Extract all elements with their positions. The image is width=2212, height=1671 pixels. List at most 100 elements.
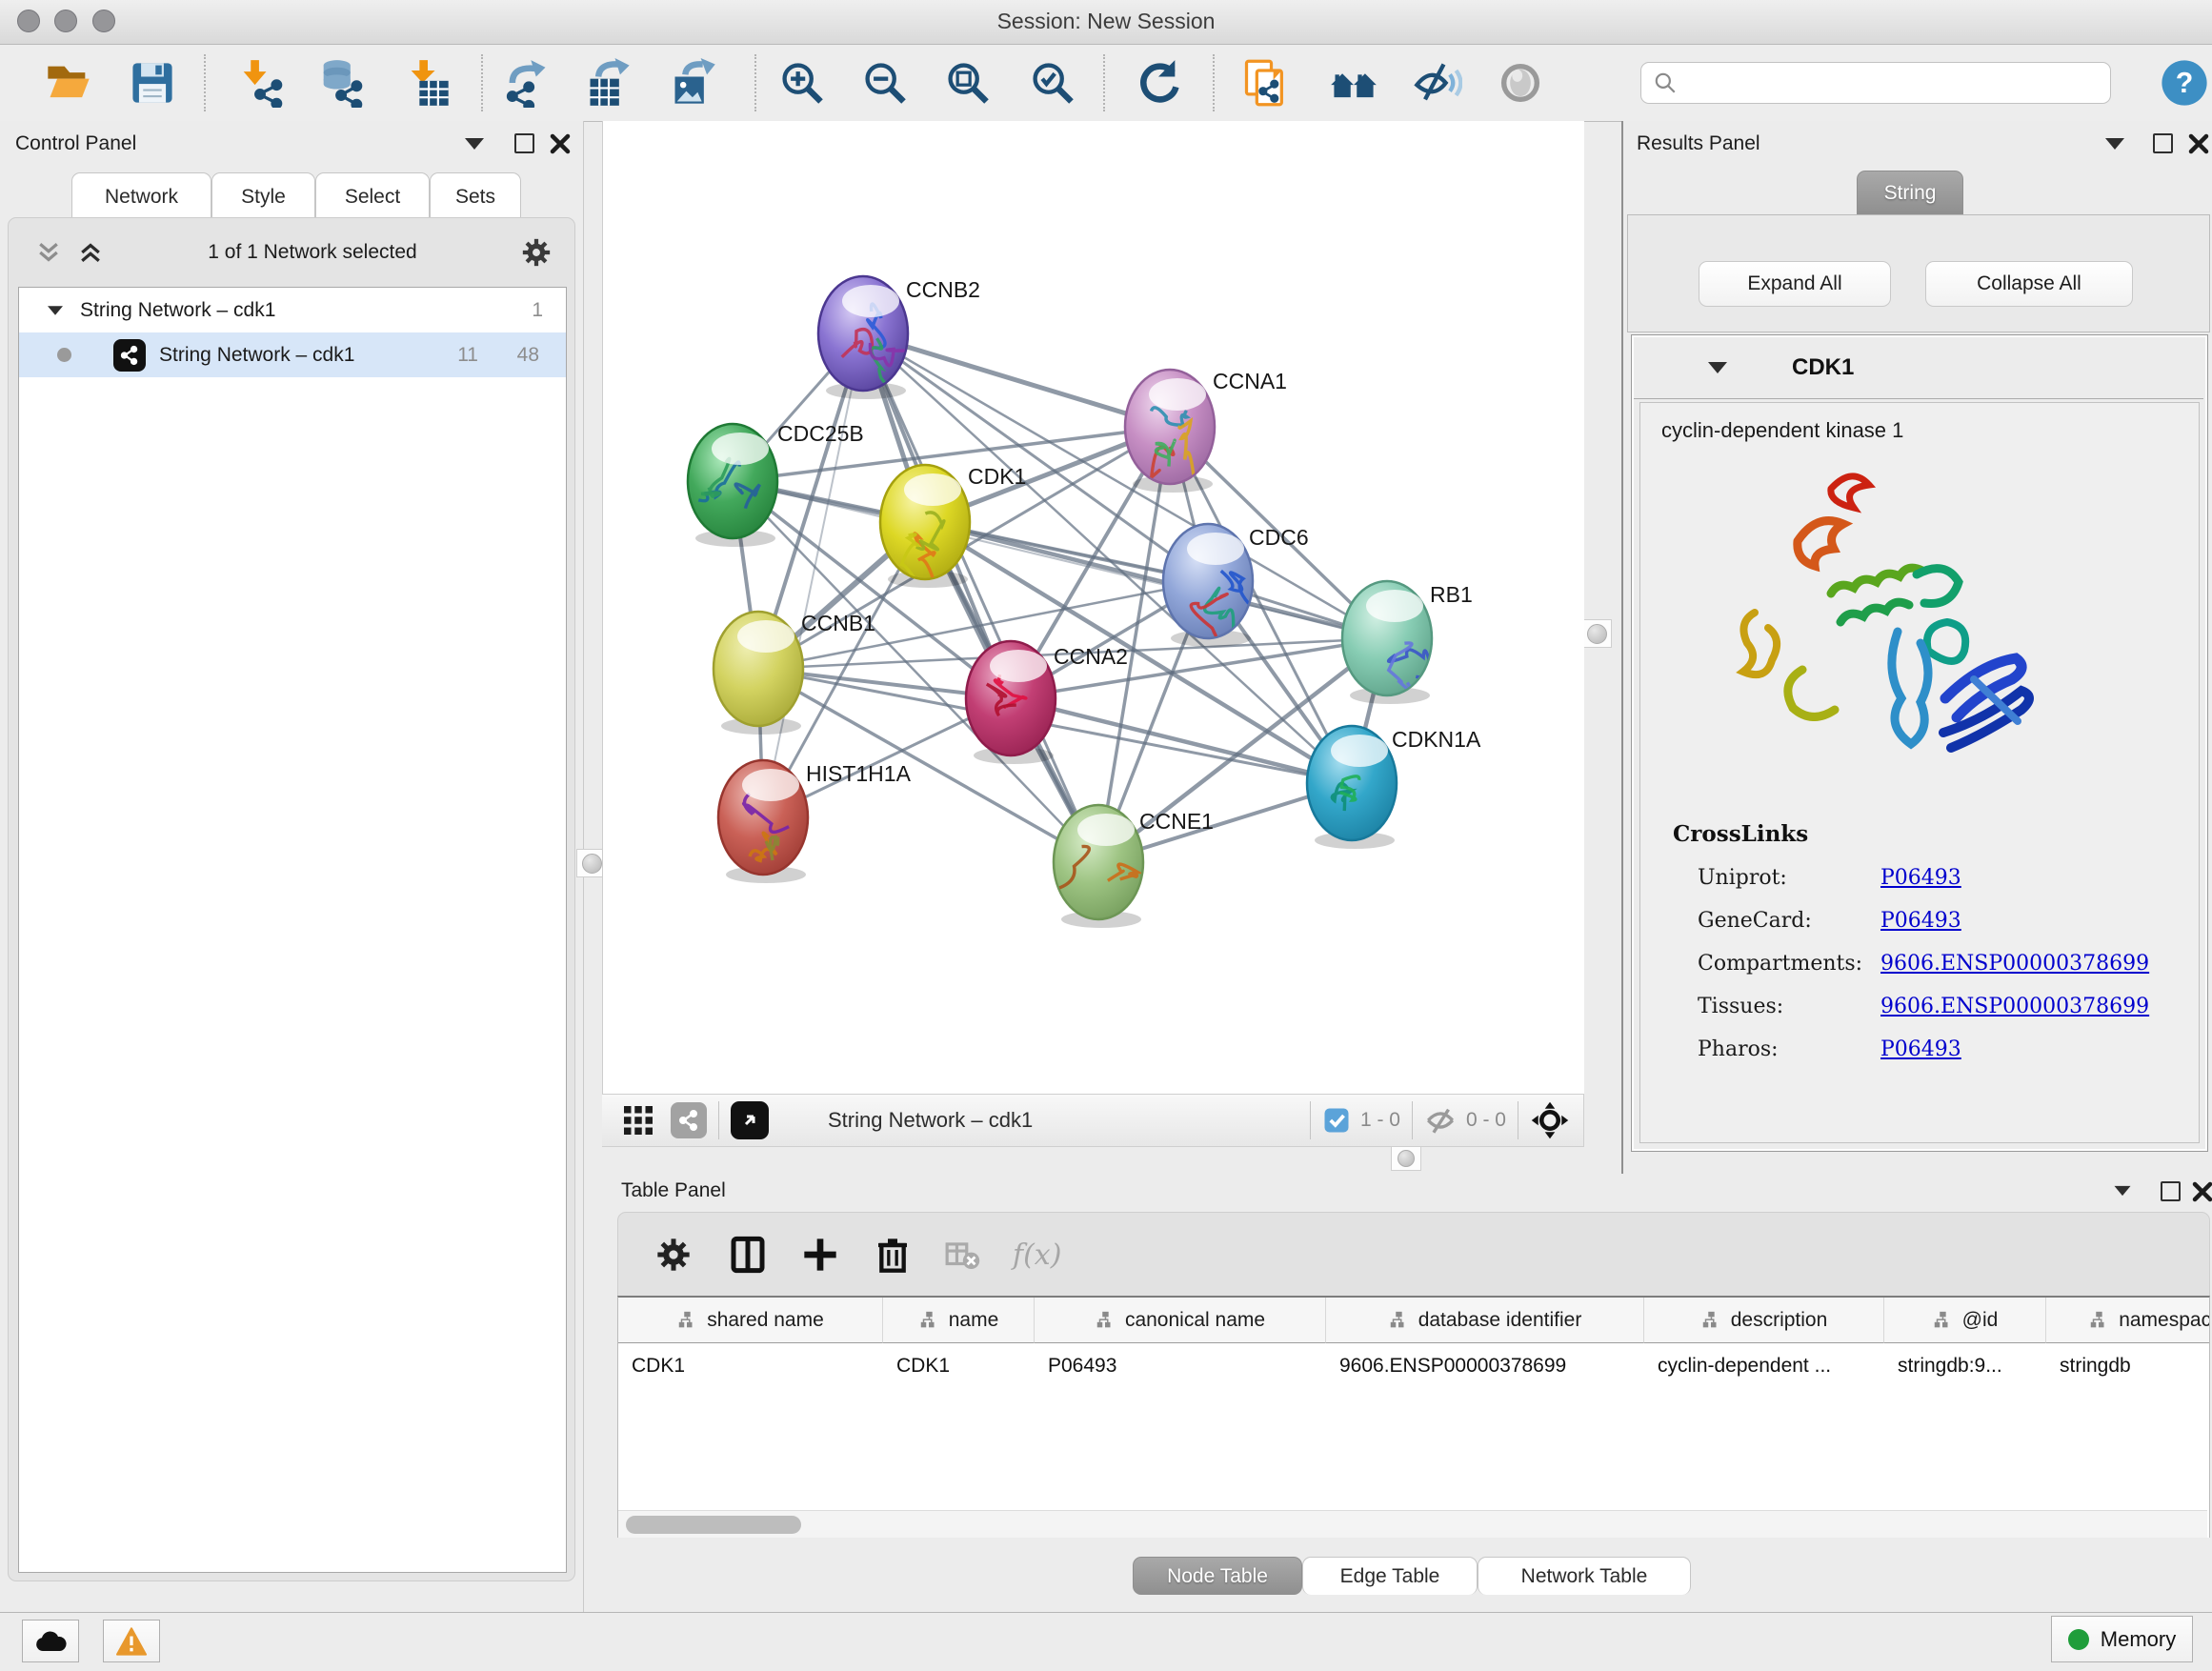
network-node-CCNA1[interactable]: CCNA1	[1125, 369, 1287, 499]
clear-table-icon[interactable]	[944, 1237, 980, 1273]
tab-string[interactable]: String	[1857, 171, 1963, 214]
import-table-icon[interactable]	[403, 58, 452, 108]
string-copy-network-icon[interactable]	[1240, 58, 1290, 108]
open-session-icon[interactable]	[44, 58, 93, 108]
zoom-out-icon[interactable]	[860, 58, 910, 108]
network-node-CCNE1[interactable]: CCNE1	[1054, 805, 1214, 929]
string-home-icon[interactable]	[1329, 58, 1378, 108]
column-header[interactable]: description	[1644, 1298, 1884, 1343]
bottom-splitter-handle[interactable]	[1391, 1146, 1421, 1171]
control-panel-menu-icon[interactable]	[465, 138, 484, 150]
network-edge[interactable]	[925, 522, 1387, 638]
tab-node-table[interactable]: Node Table	[1133, 1557, 1302, 1595]
string-settings-icon[interactable]	[1496, 58, 1545, 108]
tab-network[interactable]: Network	[71, 172, 211, 220]
zoom-selected-icon[interactable]	[1028, 58, 1077, 108]
export-table-icon[interactable]	[584, 58, 633, 108]
collection-expander-icon[interactable]	[48, 306, 63, 315]
memory-button[interactable]: Memory	[2051, 1616, 2193, 1662]
save-session-icon[interactable]	[128, 58, 177, 108]
crosslink-link[interactable]: 9606.ENSP00000378699	[1880, 995, 2149, 1018]
table-horizontal-scrollbar[interactable]	[618, 1510, 2207, 1538]
refresh-icon[interactable]	[1134, 58, 1183, 108]
results-panel-close-icon[interactable]	[2187, 132, 2210, 155]
selected-checkbox-icon[interactable]	[1322, 1106, 1351, 1135]
column-header[interactable]: canonical name	[1035, 1298, 1326, 1343]
network-edge[interactable]	[863, 333, 1170, 427]
tab-select[interactable]: Select	[315, 172, 430, 220]
network-node-CCNB1[interactable]: CCNB1	[714, 611, 875, 735]
birds-eye-view-icon[interactable]	[731, 1101, 769, 1139]
gene-card-header[interactable]: CDK1	[1634, 337, 2203, 399]
cloud-button[interactable]	[22, 1620, 79, 1662]
navigator-crosshair-icon[interactable]	[1530, 1100, 1570, 1140]
table-cell[interactable]: stringdb	[2046, 1343, 2210, 1389]
control-panel: Control Panel Network Style Select Sets …	[0, 121, 584, 1612]
network-node-CDC6[interactable]: CDC6	[1163, 524, 1309, 647]
tab-style[interactable]: Style	[211, 172, 315, 220]
hidden-eye-icon[interactable]	[1424, 1104, 1457, 1137]
crosslink-link[interactable]: P06493	[1880, 909, 1961, 933]
table-cell[interactable]: P06493	[1035, 1343, 1326, 1389]
tab-edge-table[interactable]: Edge Table	[1302, 1557, 1478, 1595]
gear-icon[interactable]	[520, 236, 553, 269]
export-network-icon[interactable]	[502, 58, 552, 108]
tab-network-table[interactable]: Network Table	[1478, 1557, 1691, 1595]
network-collection-row[interactable]: String Network – cdk1 1	[19, 288, 566, 332]
table-cell[interactable]: cyclin-dependent ...	[1644, 1343, 1884, 1389]
scrollbar-thumb[interactable]	[626, 1516, 801, 1534]
right-splitter-handle[interactable]	[1581, 619, 1612, 648]
collapse-all-button[interactable]: Collapse All	[1925, 261, 2133, 307]
table-panel-close-icon[interactable]	[2191, 1180, 2212, 1203]
network-row[interactable]: String Network – cdk1 11 48	[19, 332, 566, 377]
crosslink-link[interactable]: P06493	[1880, 1037, 1961, 1061]
table-panel-menu-icon[interactable]	[2115, 1186, 2131, 1196]
results-panel-menu-icon[interactable]	[2105, 138, 2124, 150]
delete-column-icon[interactable]	[874, 1236, 912, 1274]
table-cell[interactable]: CDK1	[883, 1343, 1035, 1389]
expand-all-chevrons-icon[interactable]	[76, 238, 105, 267]
gene-expander-icon[interactable]	[1708, 362, 1727, 373]
zoom-in-icon[interactable]	[777, 58, 827, 108]
column-header[interactable]: namespace	[2046, 1298, 2210, 1343]
control-panel-close-icon[interactable]	[549, 132, 572, 155]
control-panel-float-icon[interactable]	[514, 133, 534, 153]
help-icon[interactable]: ?	[2159, 57, 2210, 109]
expand-all-button[interactable]: Expand All	[1699, 261, 1891, 307]
column-header[interactable]: name	[883, 1298, 1035, 1343]
warnings-button[interactable]	[103, 1620, 160, 1662]
network-share-view-icon[interactable]	[671, 1102, 707, 1138]
network-edge[interactable]	[763, 333, 863, 817]
table-gear-icon[interactable]	[654, 1236, 693, 1274]
column-header[interactable]: database identifier	[1326, 1298, 1644, 1343]
network-node-CDKN1A[interactable]: CDKN1A	[1307, 726, 1481, 849]
node-table[interactable]: shared namenamecanonical namedatabase id…	[617, 1296, 2210, 1538]
grid-view-icon[interactable]	[621, 1103, 655, 1137]
table-cell[interactable]: stringdb:9...	[1884, 1343, 2046, 1389]
zoom-fit-icon[interactable]	[943, 58, 993, 108]
table-cell[interactable]: CDK1	[618, 1343, 883, 1389]
network-node-CCNB2[interactable]: CCNB2	[818, 276, 980, 399]
table-cell[interactable]: 9606.ENSP00000378699	[1326, 1343, 1644, 1389]
string-hide-glass-icon[interactable]	[1413, 58, 1462, 108]
network-icon	[113, 339, 146, 372]
network-node-RB1[interactable]: RB1	[1342, 581, 1473, 704]
export-image-icon[interactable]	[669, 58, 718, 108]
function-builder-icon[interactable]: f(x)	[1013, 1238, 1061, 1272]
crosslink-link[interactable]: P06493	[1880, 866, 1961, 890]
column-header[interactable]: @id	[1884, 1298, 2046, 1343]
network-node-HIST1H1A[interactable]: HIST1H1A	[718, 760, 912, 883]
network-canvas[interactable]: CCNB2CCNA1CDC25BCDK1CDC6RB1CCNB1CCNA2CDK…	[602, 121, 1584, 1094]
results-panel-float-icon[interactable]	[2153, 133, 2173, 153]
import-network-icon[interactable]	[235, 58, 285, 108]
search-input[interactable]	[1640, 62, 2111, 104]
show-columns-icon[interactable]	[729, 1236, 767, 1274]
add-column-icon[interactable]	[801, 1236, 839, 1274]
tab-sets[interactable]: Sets	[430, 172, 521, 220]
column-header[interactable]: shared name	[618, 1298, 883, 1343]
collapse-all-chevrons-icon[interactable]	[34, 238, 63, 267]
table-panel-float-icon[interactable]	[2161, 1181, 2181, 1201]
network-node-CDC25B[interactable]: CDC25B	[688, 421, 864, 547]
crosslink-link[interactable]: 9606.ENSP00000378699	[1880, 952, 2149, 976]
import-network-from-database-icon[interactable]	[315, 58, 365, 108]
